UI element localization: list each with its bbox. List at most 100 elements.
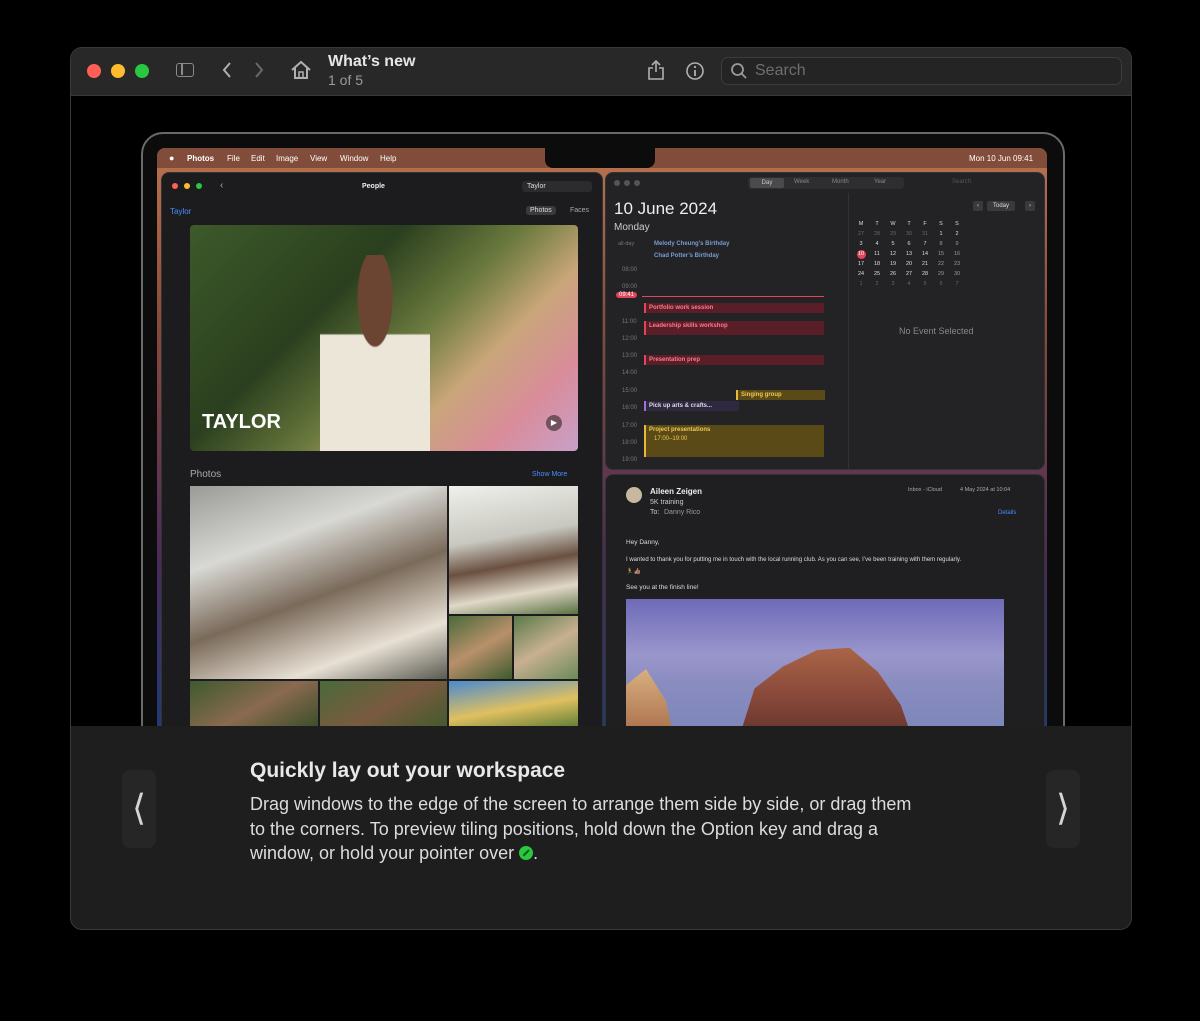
mail-window: Aileen Zeigen 5K training To: Danny Rico… [605, 474, 1045, 726]
hour-label: 16:00 [622, 405, 638, 411]
hero-label: TAYLOR [202, 411, 281, 433]
day-cell: 30 [953, 271, 961, 277]
weekday-header: W [890, 221, 896, 227]
info-icon[interactable] [685, 61, 705, 85]
window-title: What’s new [328, 53, 416, 70]
day-cell: 28 [921, 271, 929, 277]
weekday-header: T [875, 221, 879, 227]
menu-app-name: Photos [187, 154, 215, 163]
tip-body-end: . [533, 843, 539, 863]
calendar-search: Search [952, 179, 972, 185]
mail-details-link: Details [998, 510, 1017, 516]
day-cell: 18 [873, 261, 881, 267]
no-event-label: No Event Selected [899, 326, 974, 336]
tab-week: Week [794, 179, 810, 185]
forward-chevron-icon[interactable] [253, 60, 265, 84]
day-cell: 27 [857, 231, 865, 237]
mini-calendar: MTWTFSS 27 28 29 30 31 1 2 3456789 10 11 12 13 14 1… [853, 219, 965, 289]
mail-subject: 5K training [650, 499, 684, 506]
hour-label: 09:00 [622, 284, 638, 290]
minimize-button[interactable] [111, 64, 125, 78]
tip-body-text: Drag windows to the edge of the screen t… [250, 794, 912, 863]
mail-to-label: To: [650, 509, 660, 516]
day-cell: 29 [889, 231, 897, 237]
feature-illustration: ● Photos File Edit Image View Window Hel… [71, 96, 1131, 726]
photo-tile [190, 486, 447, 679]
tab-year: Year [874, 179, 887, 185]
menu-clock: Mon 10 Jun 09:41 [969, 154, 1034, 163]
now-indicator: 09:41 [616, 292, 638, 298]
day-cell: 3 [891, 281, 895, 287]
menu-item-file: File [227, 154, 240, 163]
back-chevron-icon[interactable] [221, 60, 233, 84]
day-cell: 12 [889, 251, 897, 257]
day-cell: 2 [875, 281, 879, 287]
calendar-event: Presentation prep [644, 355, 824, 365]
calendar-event-title: Project presentations [649, 427, 711, 433]
day-cell: 27 [905, 271, 913, 277]
tab-month: Month [832, 179, 849, 185]
photos-title: People [362, 183, 385, 190]
zoom-button-icon [519, 846, 534, 860]
home-icon[interactable] [290, 60, 312, 84]
tip-body: Drag windows to the edge of the screen t… [250, 792, 930, 866]
day-cell: 5 [923, 281, 927, 287]
day-cell: 4 [907, 281, 911, 287]
day-cell: 25 [873, 271, 881, 277]
day-cell: 8 [939, 241, 943, 247]
menu-item-edit: Edit [251, 154, 265, 163]
mail-body: I wanted to thank you for putting me in … [626, 557, 962, 563]
day-cell: 5 [891, 241, 895, 247]
photos-back-icon: ‹ [220, 180, 224, 191]
hero-person-silhouette [320, 255, 430, 451]
page-counter: 1 of 5 [328, 72, 364, 88]
sidebar-toggle-icon[interactable] [176, 63, 194, 77]
day-cell: 16 [953, 251, 961, 257]
menu-item-help: Help [380, 154, 397, 163]
photos-section-title: Photos [190, 469, 222, 480]
photos-search: Taylor [522, 181, 592, 192]
close-button[interactable] [87, 64, 101, 78]
previous-tip-button[interactable]: ⟨ [122, 770, 156, 848]
day-cell: 6 [907, 241, 911, 247]
day-cell: 20 [905, 261, 913, 267]
rock-left [626, 669, 676, 726]
day-cell: 7 [955, 281, 959, 287]
menu-item-view: View [310, 154, 328, 163]
tab-day: Day [750, 178, 784, 188]
photo-tile [190, 681, 318, 726]
title-block: What’s new 1 of 5 [328, 53, 415, 88]
hour-label: 11:00 [622, 319, 637, 325]
mail-mailbox: Inbox - iCloud [908, 487, 942, 493]
faces-tab: Faces [570, 207, 590, 214]
day-cell: 9 [955, 241, 959, 247]
calendar-date: 10 June 2024 [614, 199, 718, 218]
day-cell: 11 [874, 251, 880, 257]
day-cell: 4 [875, 241, 879, 247]
weekday-header: M [858, 221, 864, 227]
next-tip-button[interactable]: ⟩ [1046, 770, 1080, 848]
mail-emoji: 🏃👍🏽 [626, 569, 641, 575]
zoom-button[interactable] [135, 64, 149, 78]
share-icon[interactable] [647, 59, 665, 85]
calendar-weekday: Monday [614, 222, 650, 233]
macbook-screen: ● Photos File Edit Image View Window Hel… [157, 148, 1047, 726]
calendar-view-tabs: Day Week Month Year [748, 177, 904, 189]
day-cell: 28 [873, 231, 881, 237]
day-cell: 30 [905, 231, 913, 237]
hour-label: 17:00 [622, 423, 638, 429]
photo-tile [320, 681, 447, 726]
mail-sender: Aileen Zeigen [650, 487, 703, 496]
weekday-header: T [907, 221, 911, 227]
day-cell: 29 [937, 271, 945, 277]
search-field[interactable]: Search [721, 57, 1122, 85]
calendar-event: Pick up arts & crafts... [644, 401, 739, 411]
allday-label: all-day [618, 241, 635, 247]
day-cell: 13 [905, 251, 913, 257]
hour-label: 12:00 [622, 336, 638, 342]
day-cell: 3 [859, 241, 863, 247]
photo-tile [449, 616, 512, 679]
day-cell: 15 [937, 251, 945, 257]
photo-grid [190, 486, 578, 726]
rock-formation [735, 647, 916, 726]
